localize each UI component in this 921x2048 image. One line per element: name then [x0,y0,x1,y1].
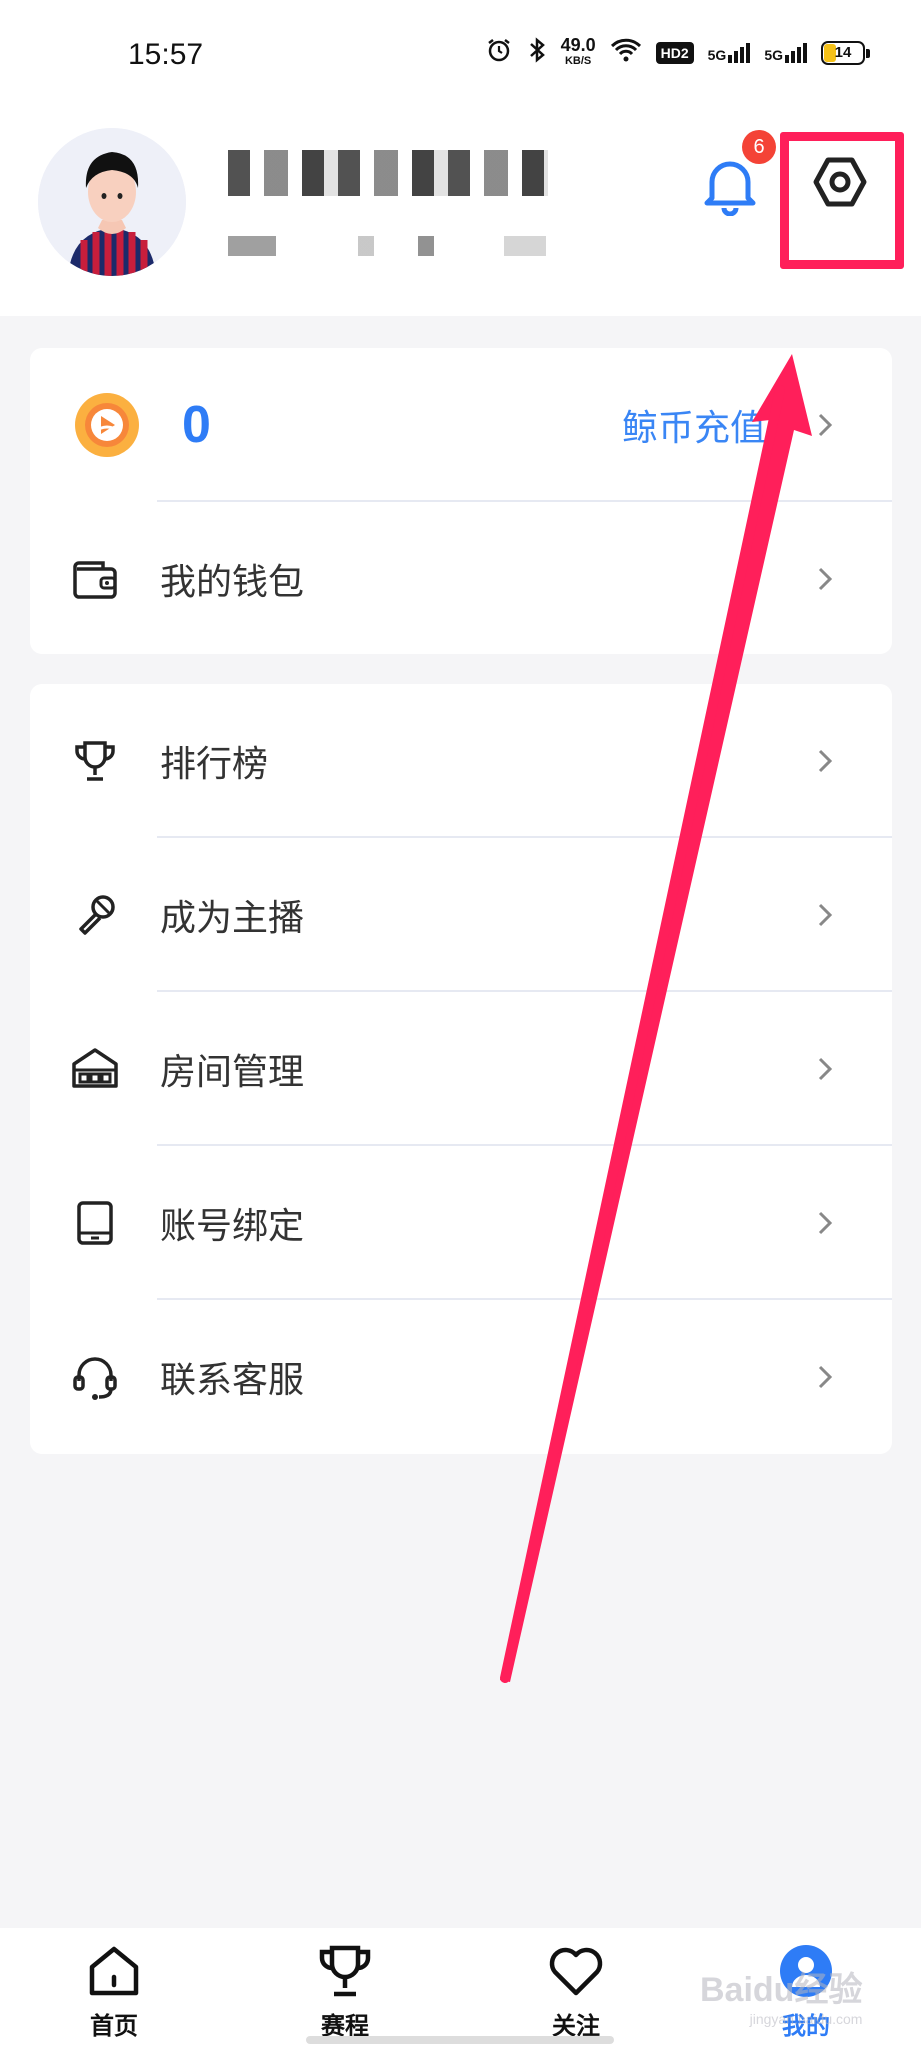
tab-home[interactable]: 首页 [44,1942,184,2042]
home-indicator [306,2036,614,2044]
bluetooth-icon [527,36,547,70]
net-speed-value: 49.0 [560,35,596,55]
coin-icon [74,392,140,458]
alarm-icon [485,36,513,70]
recharge-link[interactable]: 鲸币充值 [622,399,766,451]
chevron-right-icon [818,749,833,773]
hd-badge: HD2 [655,42,694,64]
wallet-card: 0 鲸币充值 我的钱包 [30,348,892,654]
heart-icon [546,1942,606,2000]
battery-icon: 14 [821,41,870,65]
menu-item-become-streamer[interactable]: 成为主播 [30,838,892,992]
menu-card: 排行榜 成为主播 房间管理 账号绑定 联系客服 [30,684,892,1454]
chevron-right-icon [818,1365,833,1389]
chevron-right-icon [818,567,833,591]
room-icon [68,1042,122,1096]
wifi-icon [610,37,642,69]
status-icons: 49.0 KB/S HD2 5G 5G 14 [485,35,870,70]
net-speed-unit: KB/S [564,55,592,67]
notification-badge: 6 [742,130,776,164]
menu-item-leaderboard[interactable]: 排行榜 [30,684,892,838]
tab-schedule[interactable]: 赛程 [275,1942,415,2042]
menu-item-account-binding[interactable]: 账号绑定 [30,1146,892,1300]
wallet-row[interactable]: 我的钱包 [30,502,892,656]
trophy-icon [315,1942,375,2000]
menu-item-label: 账号绑定 [160,1206,305,1247]
sim1-label: 5G [707,47,727,63]
wallet-icon [68,552,122,606]
home-icon [84,1942,144,2000]
avatar[interactable] [38,128,186,276]
user-id-redacted [228,236,546,256]
tab-follow[interactable]: 关注 [506,1942,646,2042]
tablet-icon [68,1196,122,1250]
microphone-icon [68,888,122,942]
coin-row[interactable]: 0 鲸币充值 [30,348,892,502]
menu-item-customer-service[interactable]: 联系客服 [30,1300,892,1454]
coin-amount: 0 [182,396,211,454]
menu-item-label: 联系客服 [160,1360,305,1401]
baidu-watermark: Baidu经验 jingyan.baidu.com [700,1962,862,2027]
wallet-label: 我的钱包 [160,562,305,603]
net-speed: 49.0 KB/S [560,35,596,69]
status-bar: 15:57 49.0 KB/S HD2 5G 5G 14 [0,0,921,110]
watermark-text: Baidu经验 [700,1971,863,2009]
menu-item-room-management[interactable]: 房间管理 [30,992,892,1146]
watermark-sub: jingyan.baidu.com [749,2011,863,2027]
menu-item-label: 房间管理 [160,1052,305,1093]
menu-item-label: 成为主播 [160,898,305,939]
headset-icon [68,1350,122,1404]
chevron-right-icon [818,1057,833,1081]
chevron-right-icon [818,413,833,437]
chevron-right-icon [818,1211,833,1235]
trophy-icon [68,734,122,788]
sim2-label: 5G [764,47,783,63]
battery-level: 14 [834,44,852,61]
signal-icon-sim1: 5G [708,43,751,63]
status-time: 15:57 [128,38,204,71]
chevron-right-icon [818,903,833,927]
tab-label: 首页 [90,2012,138,2040]
signal-icon-sim2: 5G [764,43,807,63]
annotation-highlight-box [780,132,904,269]
username-redacted [228,150,548,196]
menu-item-label: 排行榜 [160,744,269,785]
